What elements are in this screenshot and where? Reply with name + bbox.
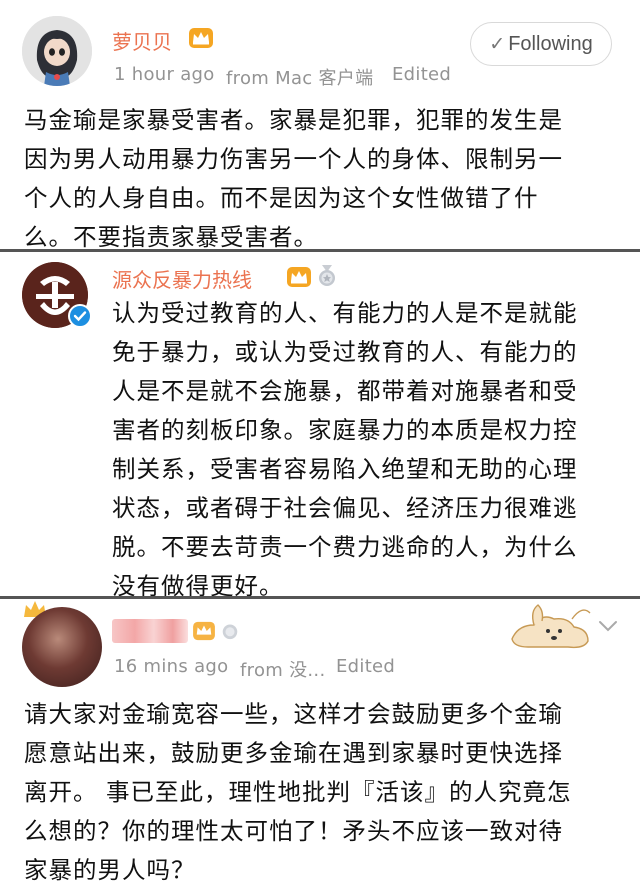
dog-sticker <box>511 604 591 649</box>
avatar-girl-image <box>22 16 92 86</box>
text-line: 离开。 事已至此，理性地批判『活该』的人究竟怎 <box>24 778 572 806</box>
post-time: 16 mins ago <box>114 656 229 677</box>
text-line: 认为受过教育的人、有能力的人是不是就能 <box>112 299 578 327</box>
crown-icon <box>189 28 213 48</box>
text-line: 免于暴力，或认为受过教育的人、有能力的 <box>112 338 578 366</box>
post-1: 萝贝贝 ✓ Following 1 hour ago from Mac 客户端 … <box>0 0 640 251</box>
username-blurred[interactable] <box>112 619 188 643</box>
medal-icon <box>222 624 238 640</box>
post-text: 请大家对金瑜宽容一些，这样才会鼓励更多个金瑜 愿意站出来，鼓励更多金瑜在遇到家暴… <box>24 695 624 890</box>
avatar-blurred[interactable] <box>22 607 102 687</box>
text-line: 马金瑜是家暴受害者。家暴是犯罪，犯罪的发生是 <box>24 106 563 134</box>
text-line: 因为男人动用暴力伤害另一个人的身体、限制另一 <box>24 145 563 173</box>
text-line: 愿意站出来，鼓励更多金瑜在遇到家暴时更快选择 <box>24 739 563 767</box>
avatar[interactable] <box>22 16 92 86</box>
check-icon: ✓ <box>489 33 506 55</box>
text-line: 脱。不要去苛责一个费力逃命的人，为什么 <box>112 533 578 561</box>
edited-label: Edited <box>336 656 396 677</box>
username[interactable]: 源众反暴力热线 <box>112 264 252 293</box>
post-source[interactable]: from 没... <box>240 656 325 682</box>
text-line: 么想的？你的理性太可怕了！矛头不应该一致对待 <box>24 817 563 845</box>
text-line: 家暴的男人吗？ <box>24 856 196 884</box>
text-line: 人是不是就不会施暴，都带着对施暴者和受 <box>112 377 578 405</box>
post-time: 1 hour ago <box>114 64 215 85</box>
medal-icon <box>319 265 335 286</box>
text-line: 害者的刻板印象。家庭暴力的本质是权力控 <box>112 416 578 444</box>
post-2: 源众反暴力热线 认为受过教育的人、有能力的人是不是就能 免于暴力，或认为受过教育… <box>0 252 640 600</box>
chevron-down-icon[interactable] <box>597 619 619 633</box>
crown-icon <box>193 621 215 641</box>
text-line: 状态，或者碍于社会偏见、经济压力很难逃 <box>112 494 578 522</box>
post-text: 马金瑜是家暴受害者。家暴是犯罪，犯罪的发生是 因为男人动用暴力伤害另一个人的身体… <box>24 101 624 257</box>
crown-icon <box>287 267 311 287</box>
verified-icon <box>68 304 92 328</box>
following-label: Following <box>508 32 593 55</box>
following-button[interactable]: ✓ Following <box>470 22 612 66</box>
text-line: 请大家对金瑜宽容一些，这样才会鼓励更多个金瑜 <box>24 700 563 728</box>
post-3: 16 mins ago from 没... Edited 请大家对金瑜宽容一些，… <box>0 599 640 890</box>
post-text: 认为受过教育的人、有能力的人是不是就能 免于暴力，或认为受过教育的人、有能力的 … <box>112 294 622 606</box>
edited-label: Edited <box>392 64 452 85</box>
text-line: 个人的人身自由。而不是因为这个女性做错了什 <box>24 184 539 212</box>
username[interactable]: 萝贝贝 <box>112 26 172 55</box>
text-line: 制关系，受害者容易陷入绝望和无助的心理 <box>112 455 578 483</box>
post-source[interactable]: from Mac 客户端 <box>226 64 373 90</box>
